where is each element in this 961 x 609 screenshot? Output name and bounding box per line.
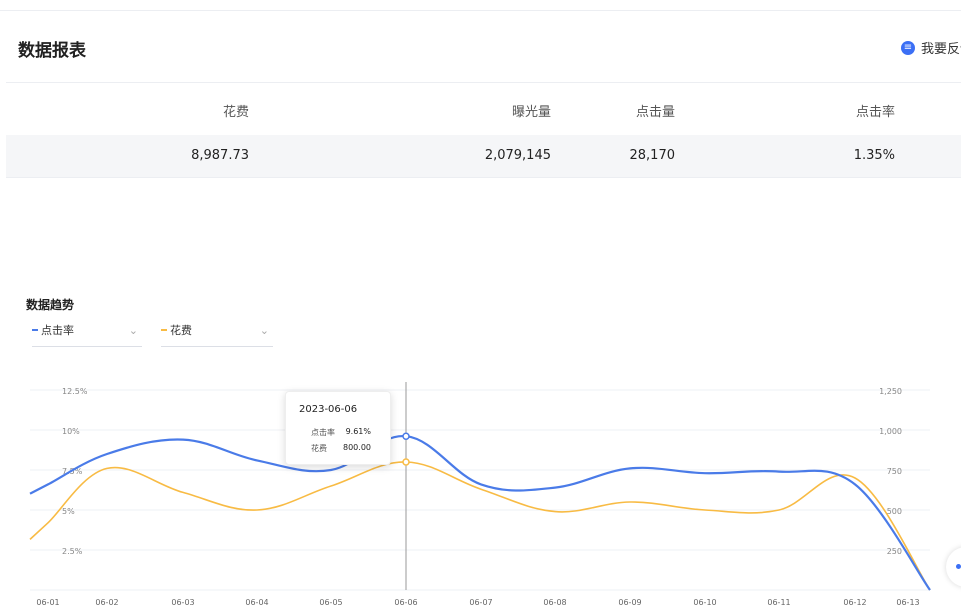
series-line-ctr [29,435,931,591]
feedback-label: 我要反馈 [921,42,961,57]
x-tick-label: 06-09 [618,598,641,607]
top-divider [0,10,961,11]
x-tick-label: 06-12 [843,598,866,607]
tooltip-label: 点击率 [311,428,335,437]
x-tick-label: 06-08 [543,598,566,607]
col-header-cost: 花费 [222,105,249,120]
col-header-ctr: 点击率 [855,105,895,120]
trend-title: 数据趋势 [26,298,75,312]
x-tick-label: 06-02 [95,598,118,607]
y-left-tick-label: 10% [62,427,80,436]
hover-point-cost [402,458,410,466]
y-right-tick-label: 500 [887,507,902,516]
table-header: 花费 曝光量 点击量 点击率 [6,82,961,136]
x-tick-label: 06-13 [896,598,919,607]
x-tick-label: 06-05 [319,598,342,607]
cell-ctr: 1.35% [853,148,895,163]
tooltip-label: 花费 [311,444,327,453]
trend-chart: 12.5%10%7.5%5%2.5%1,2501,00075050025006-… [29,382,931,607]
x-tick-label: 06-10 [693,598,716,607]
y-left-tick-label: 2.5% [62,547,83,556]
y-right-tick-label: 1,000 [879,427,902,436]
table-row: 8,987.73 2,079,145 28,170 1.35% [6,135,961,178]
chevron-down-icon: ⌄ [259,324,269,337]
col-header-clicks: 点击量 [635,105,675,120]
y-right-tick-label: 1,250 [879,387,902,396]
tooltip-date: 2023-06-06 [299,404,358,415]
chat-icon: ≡ [901,40,915,55]
cell-cost: 8,987.73 [191,148,249,163]
y-left-tick-label: 12.5% [62,387,88,396]
feedback-link[interactable]: ≡ 我要反馈 [901,38,961,57]
x-tick-label: 06-06 [394,598,417,607]
tooltip-row-ctr: 点击率 9.61% [311,427,381,438]
metric-select-cost[interactable]: 花费 ⌄ [161,322,273,347]
series-line-cost [29,461,931,591]
cell-impressions: 2,079,145 [484,148,551,163]
tooltip-row-cost: 花费 800.00 [311,443,381,454]
chart-tooltip: 2023-06-06 点击率 9.61% 花费 800.00 [285,391,391,465]
y-right-tick-label: 250 [887,547,902,556]
report-title: 数据报表 [18,41,86,61]
metric-select-ctr[interactable]: 点击率 ⌄ [32,322,142,347]
x-tick-label: 06-04 [245,598,268,607]
metric-select-label: 花费 [170,324,192,337]
y-right-tick-label: 750 [887,467,902,476]
col-header-impressions: 曝光量 [511,105,551,120]
tooltip-value: 9.61% [345,427,371,436]
x-tick-label: 06-07 [469,598,492,607]
cell-clicks: 28,170 [629,148,676,163]
tooltip-value: 800.00 [343,443,371,452]
series-color-dot [32,329,38,331]
y-left-tick-label: 5% [62,507,75,516]
series-color-dot [161,329,167,331]
metric-select-label: 点击率 [41,324,74,337]
chevron-down-icon: ⌄ [128,324,138,337]
x-tick-label: 06-11 [767,598,790,607]
help-icon [956,564,961,569]
x-tick-label: 06-01 [36,598,59,607]
x-tick-label: 06-03 [171,598,194,607]
hover-point-ctr [402,432,410,440]
